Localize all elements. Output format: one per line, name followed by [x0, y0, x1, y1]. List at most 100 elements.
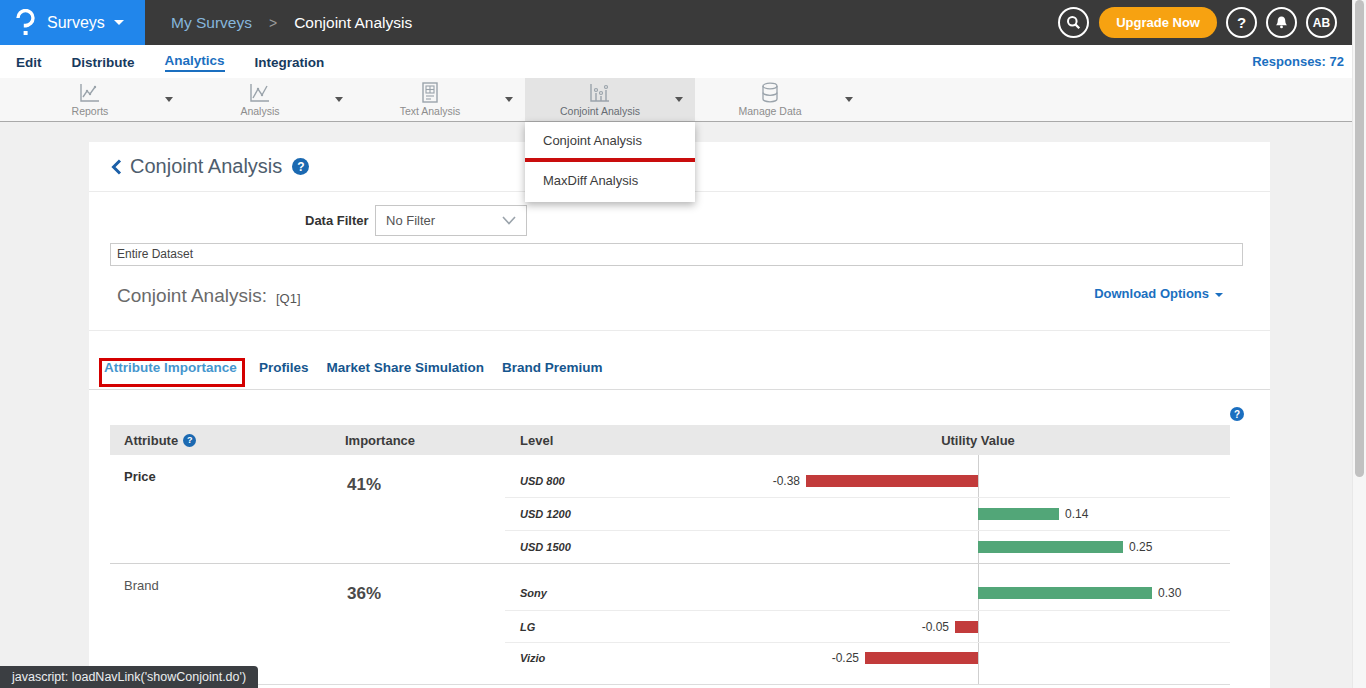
utility-bar-cell: 0.30	[760, 564, 1230, 610]
utility-bar	[978, 541, 1123, 553]
divider	[89, 389, 1270, 390]
col-utility-value: Utility Value	[941, 433, 1015, 448]
attribute-help-icon[interactable]: ?	[183, 434, 196, 447]
utility-value-label: -0.25	[832, 651, 859, 665]
chevron-down-icon[interactable]	[505, 97, 513, 102]
chevron-down-icon[interactable]	[845, 97, 853, 102]
importance-value: 41%	[331, 455, 505, 563]
chevron-down-icon[interactable]	[335, 97, 343, 102]
level-row: USD 1500 0.25	[505, 530, 1230, 563]
menu-item-conjoint-analysis[interactable]: Conjoint Analysis	[525, 122, 695, 158]
utility-bar-cell: -0.38	[760, 455, 1230, 497]
toolbar-conjoint-analysis[interactable]: Conjoint Analysis	[525, 78, 695, 121]
utility-bar	[806, 475, 978, 487]
menu-analytics[interactable]: Analytics	[165, 51, 225, 72]
toolbar-text-analysis[interactable]: Text Analysis	[355, 78, 525, 121]
utility-bar-cell: 0.25	[760, 531, 1230, 563]
help-button[interactable]: ?	[1226, 7, 1257, 38]
chevron-down-icon	[1215, 293, 1223, 297]
breadcrumb-current: Conjoint Analysis	[294, 14, 412, 32]
chevron-down-icon	[114, 20, 124, 25]
topbar: Surveys My Surveys > Conjoint Analysis U…	[0, 0, 1366, 45]
upgrade-button[interactable]: Upgrade Now	[1099, 7, 1217, 38]
toolbar-manage-data[interactable]: Manage Data	[695, 78, 865, 121]
level-row: LG -0.05	[505, 610, 1230, 642]
utility-value-label: 0.14	[1065, 507, 1088, 521]
utility-bar	[865, 652, 978, 664]
conjoint-dropdown-menu: Conjoint Analysis MaxDiff Analysis	[525, 122, 695, 202]
brand-p-icon	[15, 9, 36, 36]
importance-value: 36%	[331, 564, 505, 684]
annotation-box	[99, 358, 245, 387]
breadcrumb-my-surveys[interactable]: My Surveys	[171, 14, 252, 32]
menu-edit[interactable]: Edit	[16, 53, 42, 70]
bell-icon	[1274, 15, 1289, 30]
chevron-down-icon	[502, 216, 516, 225]
tab-market-share-simulation[interactable]: Market Share Simulation	[327, 360, 485, 384]
col-level: Level	[505, 433, 760, 448]
level-label: LG	[520, 621, 535, 633]
download-options-button[interactable]: Download Options	[1094, 286, 1223, 301]
axis-line	[978, 611, 979, 642]
product-name: Surveys	[47, 14, 105, 32]
level-label: Vizio	[520, 652, 545, 664]
axis-line	[978, 455, 979, 497]
dataset-field[interactable]: Entire Dataset	[110, 243, 1243, 266]
avatar[interactable]: AB	[1306, 7, 1337, 38]
tab-brand-premium[interactable]: Brand Premium	[502, 360, 603, 384]
col-importance: Importance	[331, 433, 505, 448]
menu-integration[interactable]: Integration	[255, 53, 325, 70]
utility-bar-cell: 0.14	[760, 498, 1230, 530]
table-help-icon[interactable]: ?	[1230, 407, 1244, 421]
toolbar-reports[interactable]: Reports	[15, 78, 185, 121]
responses-count[interactable]: Responses: 72	[1252, 54, 1344, 69]
utility-bar	[955, 621, 978, 633]
menu-item-maxdiff-analysis[interactable]: MaxDiff Analysis	[525, 162, 695, 198]
chevron-down-icon[interactable]	[165, 97, 173, 102]
level-row: Sony0.30	[505, 564, 1230, 610]
conjoint-analysis-icon	[589, 83, 611, 103]
utility-value-label: -0.05	[922, 620, 949, 634]
utility-bar-cell: -0.25	[760, 643, 1230, 684]
utility-bar-cell: -0.05	[760, 611, 1230, 642]
level-row: Vizio -0.25	[505, 642, 1230, 684]
search-icon	[1066, 15, 1081, 30]
back-chevron-icon[interactable]	[111, 159, 122, 175]
search-button[interactable]	[1058, 7, 1089, 38]
level-row: USD 800 -0.38	[505, 455, 1230, 497]
attribute-group: Price41% USD 800 -0.38 USD 1200 0.14 USD 1500…	[110, 455, 1230, 563]
section-heading-row: Conjoint Analysis: [Q1] Download Options	[89, 278, 1270, 318]
data-filter-select[interactable]: No Filter	[375, 205, 527, 236]
axis-line	[978, 643, 979, 684]
page-title: Conjoint Analysis	[130, 155, 282, 178]
text-analysis-icon	[420, 82, 440, 103]
notifications-button[interactable]	[1266, 7, 1297, 38]
utility-value-label: -0.38	[773, 474, 800, 488]
scrollbar-thumb[interactable]	[1355, 0, 1364, 477]
page-scrollbar[interactable]	[1352, 0, 1366, 688]
divider	[89, 330, 1270, 331]
analysis-chart-icon	[249, 83, 271, 103]
col-attribute: Attribute	[124, 433, 178, 448]
question-icon: ?	[1237, 14, 1246, 31]
level-label: USD 800	[520, 475, 565, 487]
toolbar-analysis[interactable]: Analysis	[185, 78, 355, 121]
utility-bar	[978, 508, 1059, 520]
survey-menubar: Edit Distribute Analytics Integration Re…	[0, 45, 1366, 78]
topbar-actions: Upgrade Now ? AB	[1049, 7, 1337, 38]
level-label: USD 1500	[520, 541, 571, 553]
utility-bar	[978, 587, 1152, 599]
section-title: Conjoint Analysis:	[117, 285, 267, 307]
title-help-icon[interactable]: ?	[292, 158, 309, 175]
tab-profiles[interactable]: Profiles	[259, 360, 309, 384]
attribute-importance-table: Attribute? Importance Level Utility Valu…	[110, 425, 1230, 685]
level-label: USD 1200	[520, 508, 571, 520]
attribute-name: Price	[110, 455, 331, 563]
app-logo[interactable]: Surveys	[0, 0, 145, 45]
breadcrumb-separator: >	[269, 15, 277, 31]
chevron-down-icon[interactable]	[675, 97, 683, 102]
question-code: [Q1]	[276, 291, 301, 306]
menu-distribute[interactable]: Distribute	[72, 53, 135, 70]
utility-value-label: 0.25	[1129, 540, 1152, 554]
data-filter-label: Data Filter	[305, 213, 360, 228]
